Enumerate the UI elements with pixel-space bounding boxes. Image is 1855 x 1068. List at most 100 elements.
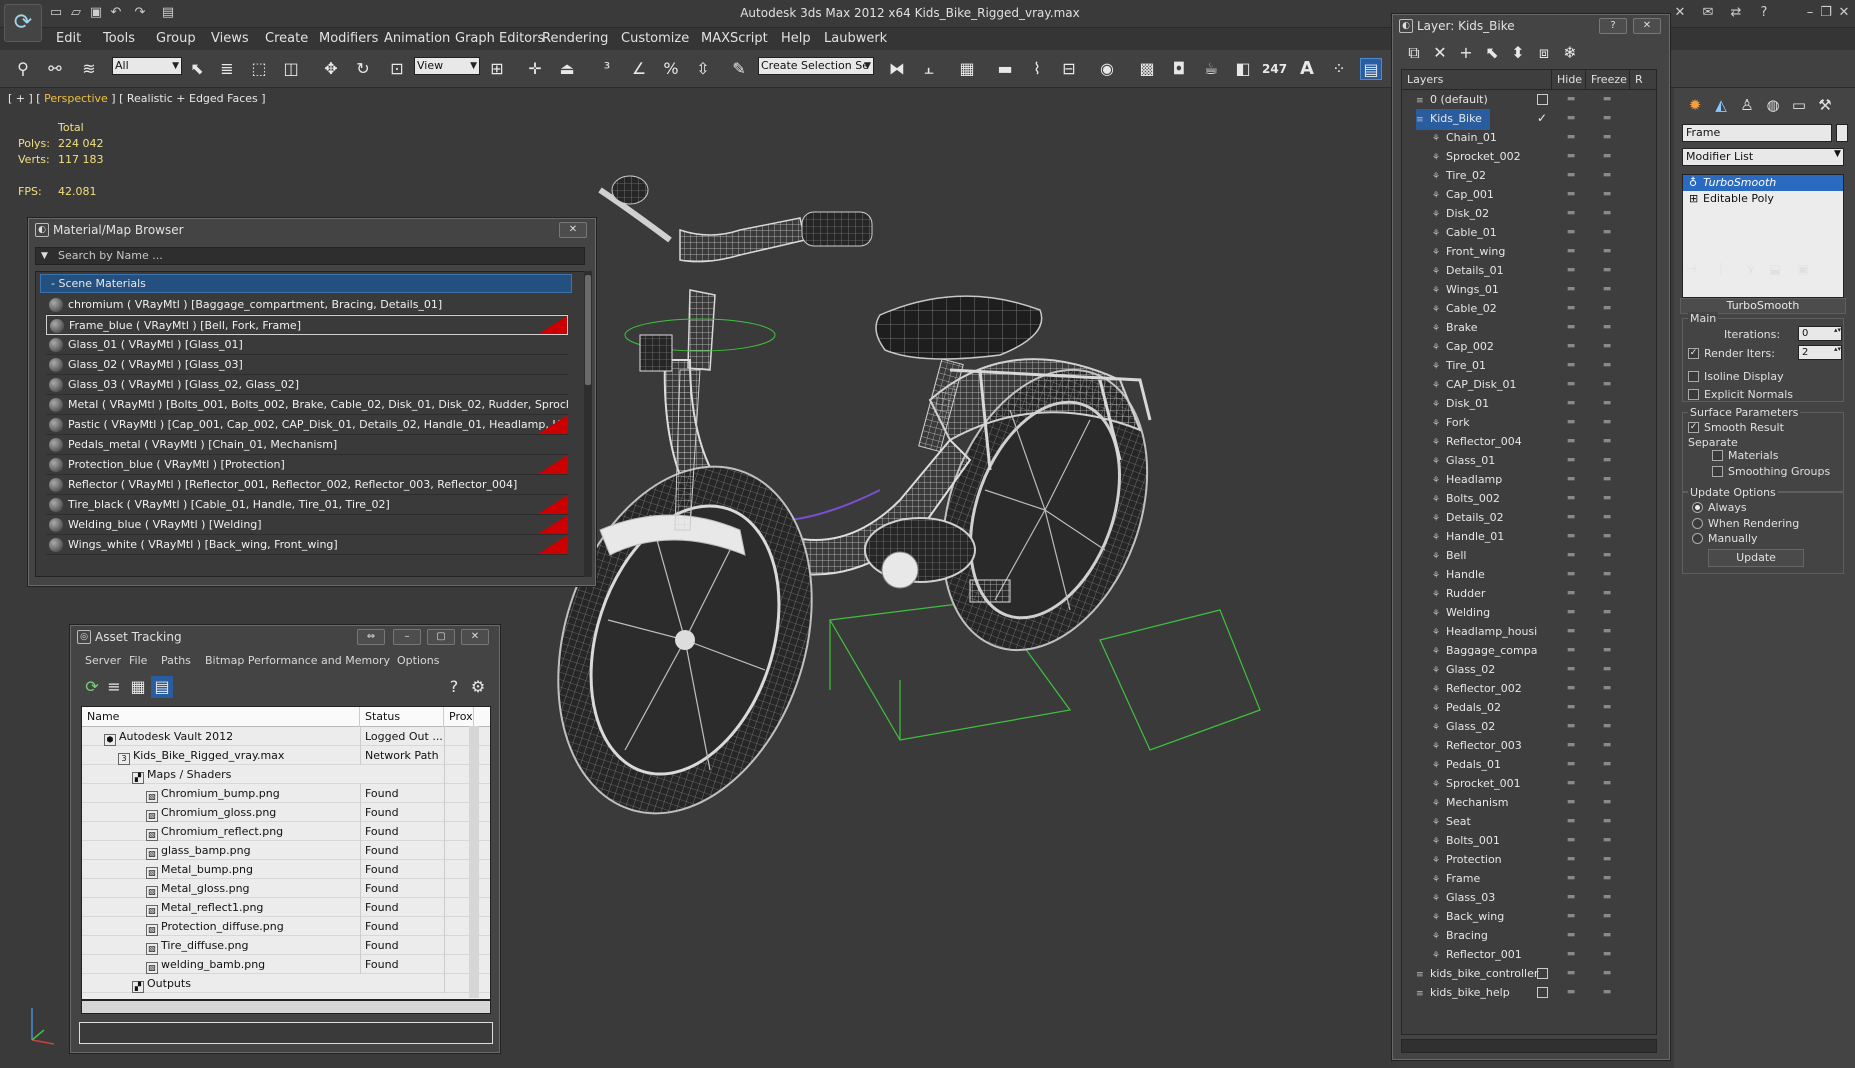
viewport-label-suffix[interactable]: ] [ Realistic + Edged Faces ] xyxy=(111,92,265,105)
communication-icon[interactable]: ✉ xyxy=(1700,5,1716,21)
layer-object-row[interactable]: ⚘ Cable_02 ▬ ▬ xyxy=(1402,299,1656,318)
select-in-layer-icon[interactable]: ⬉ xyxy=(1481,42,1503,64)
create-tab-icon[interactable]: ✹ xyxy=(1684,94,1706,116)
layer-hide-toggle[interactable]: ▬ xyxy=(1562,850,1580,869)
headlamp[interactable] xyxy=(639,334,673,372)
layer-object-row[interactable]: ⚘ Glass_03 ▬ ▬ xyxy=(1402,888,1656,907)
layer-hide-toggle[interactable]: ▬ xyxy=(1562,242,1580,261)
percent-snap-icon[interactable]: % xyxy=(660,58,682,80)
asset-row[interactable]: ▧ Metal_reflect1.png Found xyxy=(82,898,490,917)
restore-icon[interactable]: ❐ xyxy=(1818,5,1834,21)
show-end-result-icon[interactable]: ⏐ xyxy=(1710,258,1732,280)
command-panel-toggle-icon[interactable]: ▤ xyxy=(1360,58,1382,80)
configure-sets-icon[interactable]: ▣ xyxy=(1792,258,1814,280)
selection-filter-dropdown[interactable]: All xyxy=(112,57,182,75)
layer-hide-toggle[interactable]: ▬ xyxy=(1562,489,1580,508)
layer-object-row[interactable]: ⚘ Glass_01 ▬ ▬ xyxy=(1402,451,1656,470)
layer-object-row[interactable]: ⚘ Disk_02 ▬ ▬ xyxy=(1402,204,1656,223)
material-item[interactable]: chromium ( VRayMtl ) [Baggage_compartmen… xyxy=(46,295,568,315)
material-item[interactable]: Pastic ( VRayMtl ) [Cap_001, Cap_002, CA… xyxy=(46,415,568,435)
layer-object-row[interactable]: ⚘ Cable_01 ▬ ▬ xyxy=(1402,223,1656,242)
layer-freeze-toggle[interactable]: ▬ xyxy=(1598,717,1616,736)
minimize-icon[interactable]: – xyxy=(1802,5,1818,21)
curve-editor-icon[interactable]: ⌇ xyxy=(1026,58,1048,80)
graphite-ribbon-icon[interactable]: ▬ xyxy=(994,58,1016,80)
text-tool-icon[interactable]: A xyxy=(1296,58,1318,80)
layer-hide-toggle[interactable]: ▬ xyxy=(1562,470,1580,489)
layer-hide-toggle[interactable]: ▬ xyxy=(1562,451,1580,470)
layer-hide-toggle[interactable]: ▬ xyxy=(1562,698,1580,717)
thumbnail-view-icon[interactable]: ▦ xyxy=(127,676,149,698)
layer-object-row[interactable]: ⚘ Chain_01 ▬ ▬ xyxy=(1402,128,1656,147)
layer-freeze-toggle[interactable]: ▬ xyxy=(1598,394,1616,413)
modify-tab-icon[interactable]: ◭ xyxy=(1710,94,1732,116)
align-icon[interactable]: ⫠ xyxy=(918,58,940,80)
right-pedal[interactable] xyxy=(969,579,1011,603)
layer-hide-toggle[interactable]: ▬ xyxy=(1562,736,1580,755)
layer-freeze-toggle[interactable]: ▬ xyxy=(1598,831,1616,850)
move-icon[interactable]: ✥ xyxy=(320,58,342,80)
layer-freeze-toggle[interactable]: ▬ xyxy=(1598,413,1616,432)
layer-hide-toggle[interactable]: ▬ xyxy=(1562,147,1580,166)
layer-hide-toggle[interactable]: ▬ xyxy=(1562,337,1580,356)
list-view-icon[interactable]: ≡ xyxy=(103,676,125,698)
layer-freeze-toggle[interactable]: ▬ xyxy=(1598,812,1616,831)
update-button[interactable]: Update xyxy=(1708,549,1804,567)
layer-freeze-toggle[interactable]: ▬ xyxy=(1598,603,1616,622)
pivot-center-icon[interactable]: ⊞ xyxy=(486,58,508,80)
link-icon[interactable]: ⚲ xyxy=(12,58,34,80)
update-always-radio[interactable] xyxy=(1692,502,1703,513)
asset-tracking-titlebar[interactable]: ◎ Asset Tracking ⇔ – ▢ ✕ xyxy=(71,626,499,648)
layer-col-hide[interactable]: Hide xyxy=(1552,70,1586,90)
box-primitive-icon[interactable]: ◧ xyxy=(1232,58,1254,80)
layer-hide-toggle[interactable]: ▬ xyxy=(1562,432,1580,451)
asset-row[interactable]: ▧ Protection_diffuse.png Found xyxy=(82,917,490,936)
menu-rendering[interactable]: Rendering xyxy=(542,31,608,46)
render-iters-spinner[interactable]: 2 xyxy=(1798,345,1842,360)
stack-item-editable-poly[interactable]: ⊞ Editable Poly xyxy=(1683,191,1843,207)
layer-freeze-toggle[interactable]: ▬ xyxy=(1598,261,1616,280)
layer-col-freeze[interactable]: Freeze xyxy=(1586,70,1630,90)
layer-object-row[interactable]: ⚘ Baggage_compa ▬ ▬ xyxy=(1402,641,1656,660)
app-logo-icon[interactable]: ⟳ xyxy=(4,4,42,42)
material-item[interactable]: Wings_white ( VRayMtl ) [Back_wing, Fron… xyxy=(46,535,568,555)
mirror-icon[interactable]: ⧓ xyxy=(886,58,908,80)
layer-object-row[interactable]: ⚘ Headlamp ▬ ▬ xyxy=(1402,470,1656,489)
layer-freeze-toggle[interactable]: ▬ xyxy=(1598,869,1616,888)
layer-hide-toggle[interactable]: ▬ xyxy=(1562,375,1580,394)
layer-hide-toggle[interactable]: ▬ xyxy=(1562,945,1580,964)
save-file-icon[interactable]: ▣ xyxy=(88,5,104,21)
layer-hide-toggle[interactable]: ▬ xyxy=(1562,356,1580,375)
layer-object-row[interactable]: ⚘ Details_02 ▬ ▬ xyxy=(1402,508,1656,527)
material-item[interactable]: Reflector ( VRayMtl ) [Reflector_001, Re… xyxy=(46,475,568,495)
set-current-layer-box[interactable] xyxy=(1537,94,1548,105)
handlebar-right-grip[interactable] xyxy=(801,211,873,247)
layer-freeze-toggle[interactable]: ▬ xyxy=(1598,907,1616,926)
layer-hide-toggle[interactable]: ▬ xyxy=(1562,622,1580,641)
select-by-name-icon[interactable]: ≣ xyxy=(216,58,238,80)
asset-row[interactable]: ▧ Metal_bump.png Found xyxy=(82,860,490,879)
material-search-input[interactable]: Search by Name ... xyxy=(35,247,585,265)
layer-row[interactable]: ≡ kids_bike_help ▬ ▬ xyxy=(1402,983,1656,1002)
layer-hide-toggle[interactable]: ▬ xyxy=(1562,90,1580,109)
unlink-icon[interactable]: ⚯ xyxy=(44,58,66,80)
asset-menu-options[interactable]: Options xyxy=(397,654,439,667)
layer-freeze-toggle[interactable]: ▬ xyxy=(1598,660,1616,679)
layer-col-layers[interactable]: Layers xyxy=(1402,70,1552,90)
handlebar[interactable] xyxy=(679,217,806,263)
layer-hide-toggle[interactable]: ▬ xyxy=(1562,527,1580,546)
layer-freeze-toggle[interactable]: ▬ xyxy=(1598,983,1616,1002)
menu-create[interactable]: Create xyxy=(265,31,308,46)
layer-hide-toggle[interactable]: ▬ xyxy=(1562,280,1580,299)
snaps-toggle-icon[interactable]: ³ xyxy=(596,58,618,80)
layer-manager-icon[interactable]: ▦ xyxy=(956,58,978,80)
layer-hide-toggle[interactable]: ▬ xyxy=(1562,603,1580,622)
material-item[interactable]: Glass_02 ( VRayMtl ) [Glass_03] xyxy=(46,355,568,375)
layer-row[interactable]: ≡ Kids_Bike ✓ ▬ ▬ xyxy=(1402,109,1656,130)
layer-object-row[interactable]: ⚘ Cap_002 ▬ ▬ xyxy=(1402,337,1656,356)
layer-hide-toggle[interactable]: ▬ xyxy=(1562,546,1580,565)
menu-maxscript[interactable]: MAXScript xyxy=(701,31,768,46)
layer-object-row[interactable]: ⚘ Reflector_002 ▬ ▬ xyxy=(1402,679,1656,698)
layer-hide-toggle[interactable]: ▬ xyxy=(1562,812,1580,831)
layer-freeze-toggle[interactable]: ▬ xyxy=(1598,109,1616,128)
